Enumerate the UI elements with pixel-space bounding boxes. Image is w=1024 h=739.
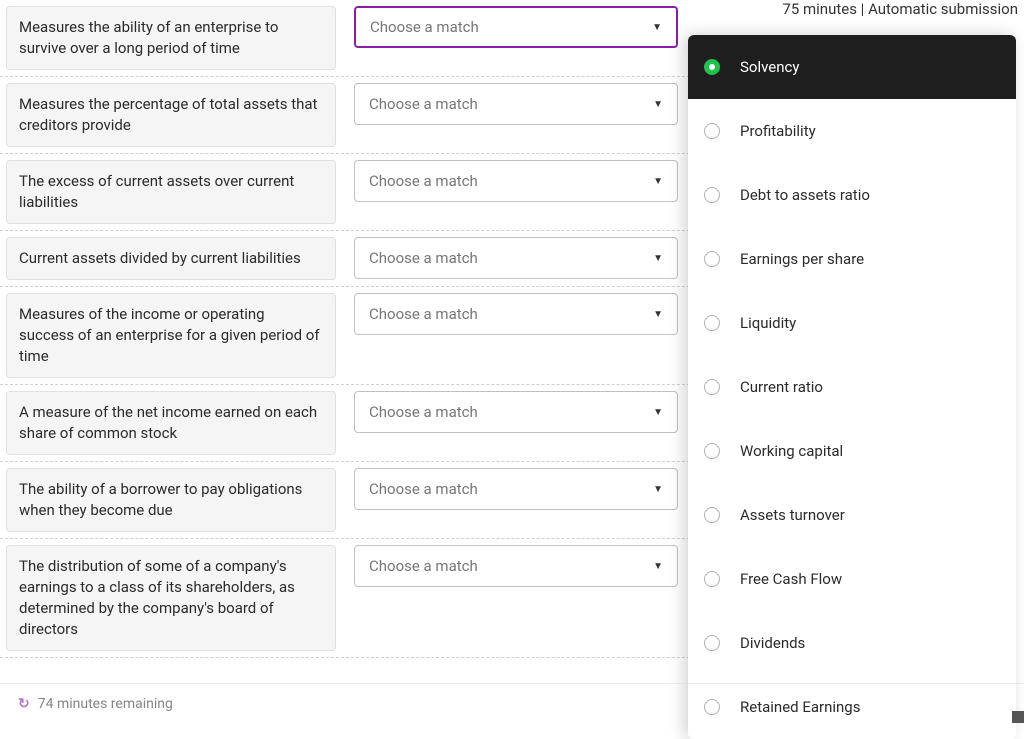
dropdown-placeholder: Choose a match xyxy=(370,18,479,36)
question-row: Measures the percentage of total assets … xyxy=(0,77,740,154)
match-dropdown[interactable]: Choose a match ▼ xyxy=(354,391,678,433)
radio-icon xyxy=(704,251,720,267)
option-label: Solvency xyxy=(740,58,799,76)
scrollbar-corner xyxy=(1012,711,1024,723)
question-prompt: Measures the ability of an enterprise to… xyxy=(6,6,336,70)
option-item[interactable]: Debt to assets ratio xyxy=(688,163,1016,227)
match-dropdown[interactable]: Choose a match ▼ xyxy=(354,237,678,279)
chevron-down-icon: ▼ xyxy=(653,309,663,320)
question-prompt: The excess of current assets over curren… xyxy=(6,160,336,224)
option-label: Current ratio xyxy=(740,378,823,396)
radio-icon xyxy=(704,507,720,523)
match-dropdown[interactable]: Choose a match ▼ xyxy=(354,6,678,48)
option-item[interactable]: Assets turnover xyxy=(688,483,1016,547)
matching-question-area: Measures the ability of an enterprise to… xyxy=(0,0,740,688)
dropdown-placeholder: Choose a match xyxy=(369,95,478,113)
option-item[interactable]: Earnings per share xyxy=(688,227,1016,291)
question-row: Current assets divided by current liabil… xyxy=(0,231,740,287)
option-label: Free Cash Flow xyxy=(740,570,842,588)
chevron-down-icon: ▼ xyxy=(653,561,663,572)
chevron-down-icon: ▼ xyxy=(652,22,662,33)
chevron-down-icon: ▼ xyxy=(653,407,663,418)
option-item[interactable]: Profitability xyxy=(688,99,1016,163)
radio-icon xyxy=(704,443,720,459)
chevron-down-icon: ▼ xyxy=(653,99,663,110)
dropdown-placeholder: Choose a match xyxy=(369,557,478,575)
radio-icon xyxy=(704,315,720,331)
question-prompt: Current assets divided by current liabil… xyxy=(6,237,336,280)
dropdown-placeholder: Choose a match xyxy=(369,305,478,323)
option-item[interactable]: Solvency xyxy=(688,35,1016,99)
question-prompt: Measures of the income or operating succ… xyxy=(6,293,336,378)
radio-icon xyxy=(704,123,720,139)
question-row: Measures the ability of an enterprise to… xyxy=(0,0,740,77)
question-prompt: A measure of the net income earned on ea… xyxy=(6,391,336,455)
dropdown-placeholder: Choose a match xyxy=(369,403,478,421)
footer-bar: ↻ 74 minutes remaining xyxy=(0,683,1024,723)
dropdown-placeholder: Choose a match xyxy=(369,480,478,498)
radio-icon xyxy=(704,635,720,651)
chevron-down-icon: ▼ xyxy=(653,484,663,495)
question-prompt: The distribution of some of a company's … xyxy=(6,545,336,651)
option-label: Earnings per share xyxy=(740,250,864,268)
match-dropdown[interactable]: Choose a match ▼ xyxy=(354,83,678,125)
radio-icon xyxy=(704,379,720,395)
dropdown-placeholder: Choose a match xyxy=(369,249,478,267)
match-dropdown[interactable]: Choose a match ▼ xyxy=(354,293,678,335)
question-row: The excess of current assets over curren… xyxy=(0,154,740,231)
option-item[interactable]: Dividends xyxy=(688,611,1016,675)
radio-icon xyxy=(704,187,720,203)
dropdown-placeholder: Choose a match xyxy=(369,172,478,190)
match-dropdown[interactable]: Choose a match ▼ xyxy=(354,468,678,510)
chevron-down-icon: ▼ xyxy=(653,253,663,264)
option-item[interactable]: Working capital xyxy=(688,419,1016,483)
time-limit-text: 75 minutes | Automatic submission xyxy=(782,0,1024,24)
question-row: Measures of the income or operating succ… xyxy=(0,287,740,385)
option-label: Profitability xyxy=(740,122,816,140)
radio-icon xyxy=(704,571,720,587)
match-dropdown[interactable]: Choose a match ▼ xyxy=(354,160,678,202)
option-label: Debt to assets ratio xyxy=(740,186,870,204)
question-prompt: Measures the percentage of total assets … xyxy=(6,83,336,147)
radio-icon xyxy=(704,59,720,75)
option-label: Dividends xyxy=(740,634,805,652)
options-panel: Solvency Profitability Debt to assets rati… xyxy=(688,35,1016,739)
option-label: Assets turnover xyxy=(740,506,845,524)
option-item[interactable]: Liquidity xyxy=(688,291,1016,355)
question-row: The ability of a borrower to pay obligat… xyxy=(0,462,740,539)
option-item[interactable]: Free Cash Flow xyxy=(688,547,1016,611)
time-remaining-text: 74 minutes remaining xyxy=(38,696,173,712)
chevron-down-icon: ▼ xyxy=(653,176,663,187)
timer-icon: ↻ xyxy=(18,696,30,712)
option-item[interactable]: Current ratio xyxy=(688,355,1016,419)
question-row: The distribution of some of a company's … xyxy=(0,539,740,658)
question-row: A measure of the net income earned on ea… xyxy=(0,385,740,462)
option-label: Working capital xyxy=(740,442,843,460)
question-prompt: The ability of a borrower to pay obligat… xyxy=(6,468,336,532)
match-dropdown[interactable]: Choose a match ▼ xyxy=(354,545,678,587)
option-label: Liquidity xyxy=(740,314,796,332)
